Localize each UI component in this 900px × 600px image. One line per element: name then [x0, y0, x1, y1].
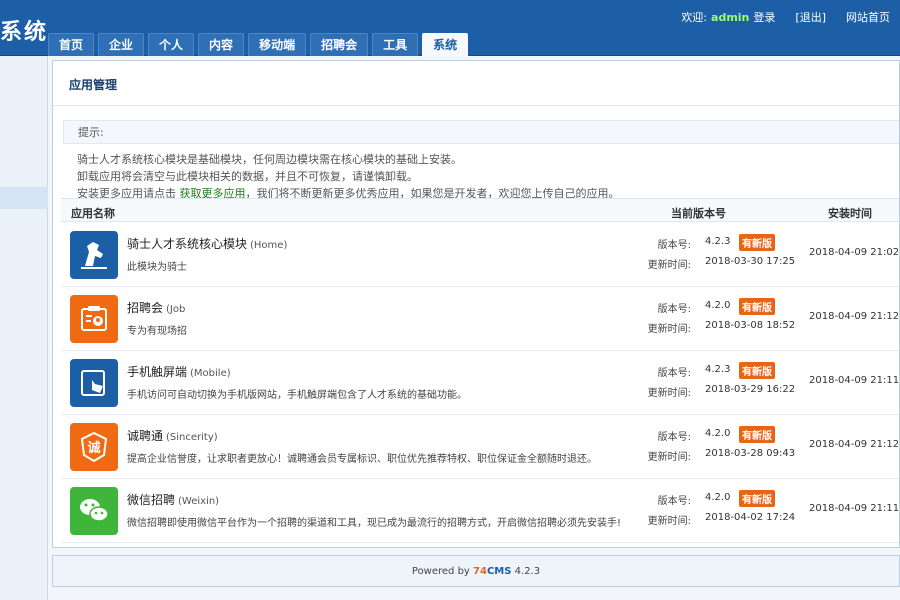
sidebar-selected-item[interactable] [0, 187, 48, 209]
table-row: 骑士人才系统核心模块 (Home) 此模块为骑士 版本号: 4.2.3 有新版更新时间: 2… [61, 223, 900, 287]
top-header: 系统 欢迎: admin 登录 [退出] 网站首页 首页 企业 个人 内容 移动… [0, 0, 900, 57]
app-description: 手机访问可自动切换为手机版网站，手机触屏端包含了人才系统的基础功能。 [127, 390, 467, 401]
welcome-text: 欢迎: [681, 11, 708, 24]
install-time: 2018-04-09 21:12 [809, 439, 900, 450]
tip-line-1: 骑士人才系统核心模块是基础模块，任何周边模块需在核心模块的基础上安装。 [77, 153, 462, 166]
sincerity-icon: 诚 [70, 423, 118, 471]
knight-icon [70, 231, 118, 279]
footer-version: 4.2.3 [514, 566, 541, 577]
app-name[interactable]: 微信招聘 (Weixin) [127, 491, 219, 508]
login-link[interactable]: 登录 [753, 9, 775, 25]
tab-system[interactable]: 系统 [422, 33, 469, 57]
new-version-badge[interactable]: 有新版 [739, 234, 775, 251]
tab-content[interactable]: 内容 [198, 33, 245, 56]
version-label: 版本号: [657, 496, 691, 507]
main-nav-tabs: 首页 企业 个人 内容 移动端 招聘会 工具 系统 [48, 33, 469, 57]
table-header: 应用名称 当前版本号 安装时间 [61, 198, 899, 222]
updated-label: 更新时间: [647, 324, 691, 335]
table-row: 微信招聘 (Weixin) 微信招聘即使用微信平台作为一个招聘的渠道和工具，现已成为… [61, 479, 900, 543]
install-time: 2018-04-09 21:11 [809, 375, 900, 386]
app-description: 提高企业信誉度，让求职者更放心！诚聘通会员专属标识、职位优先推荐特权、职位保证金… [127, 454, 597, 465]
app-description: 专为有现场招 [127, 326, 187, 337]
app-name[interactable]: 诚聘通 (Sincerity) [127, 427, 218, 444]
install-time: 2018-04-09 21:02 [809, 247, 900, 258]
app-name[interactable]: 手机触屏端 (Mobile) [127, 363, 231, 380]
col-app-name: 应用名称 [71, 207, 115, 220]
table-row: 招聘会 (Job 专为有现场招 版本号: 4.2.0 有新版更新时间: 2018-03-08… [61, 287, 900, 351]
updated-value: 2018-03-29 16:22 [705, 384, 796, 395]
tab-home[interactable]: 首页 [48, 33, 95, 56]
version-label: 版本号: [657, 240, 691, 251]
logout-link[interactable]: [退出] [795, 9, 826, 25]
logo-text: 系统 [0, 20, 49, 45]
version-label: 版本号: [657, 368, 691, 379]
updated-label: 更新时间: [647, 516, 691, 527]
version-value: 4.2.3 [705, 236, 731, 247]
wechat-icon [70, 487, 118, 535]
version-value: 4.2.0 [705, 300, 731, 311]
col-version: 当前版本号 [671, 207, 726, 220]
footer: Powered by 74CMS 4.2.3 [52, 555, 900, 587]
tips-label: 提示: [63, 120, 899, 144]
username: admin [711, 10, 750, 24]
app-name[interactable]: 骑士人才系统核心模块 (Home) [127, 235, 287, 252]
tab-tools[interactable]: 工具 [372, 33, 419, 56]
sidebar [0, 56, 48, 600]
updated-label: 更新时间: [647, 452, 691, 463]
app-description: 微信招聘即使用微信平台作为一个招聘的渠道和工具，现已成为最流行的招聘方式，开启微… [127, 518, 622, 529]
updated-label: 更新时间: [647, 260, 691, 271]
table-row: 诚 诚聘通 (Sincerity) 提高企业信誉度，让求职者更放心！诚聘通会员专属标识… [61, 415, 900, 479]
tab-personal[interactable]: 个人 [148, 33, 195, 56]
tab-mobile[interactable]: 移动端 [248, 33, 307, 56]
version-value: 4.2.0 [705, 428, 731, 439]
brand-cms: CMS [486, 566, 512, 577]
app-management-panel: 应用管理 提示: 骑士人才系统核心模块是基础模块，任何周边模块需在核心模块的基础… [52, 60, 900, 548]
install-time: 2018-04-09 21:12 [809, 311, 900, 322]
brand-74: 74 [473, 566, 487, 577]
touchscreen-icon [70, 359, 118, 407]
updated-label: 更新时间: [647, 388, 691, 399]
jobfair-icon [70, 295, 118, 343]
app-description: 此模块为骑士 [127, 262, 187, 273]
user-links: 欢迎: admin 登录 [退出] 网站首页 [681, 9, 890, 25]
version-label: 版本号: [657, 304, 691, 315]
svg-text:诚: 诚 [87, 440, 100, 456]
table-row: 手机触屏端 (Mobile) 手机访问可自动切换为手机版网站，手机触屏端包含了人才系… [61, 351, 900, 415]
tab-jobfair[interactable]: 招聘会 [310, 33, 369, 56]
tip-line-2: 卸载应用将会清空与此模块相关的数据，并且不可恢复，请谨慎卸载。 [77, 170, 418, 183]
version-value: 4.2.0 [705, 492, 731, 503]
page-title: 应用管理 [53, 61, 899, 106]
updated-value: 2018-03-28 09:43 [705, 448, 796, 459]
site-home-link[interactable]: 网站首页 [846, 9, 890, 25]
new-version-badge[interactable]: 有新版 [739, 426, 775, 443]
version-label: 版本号: [657, 432, 691, 443]
new-version-badge[interactable]: 有新版 [739, 490, 775, 507]
tab-company[interactable]: 企业 [98, 33, 145, 56]
updated-value: 2018-03-08 18:52 [705, 320, 796, 331]
version-value: 4.2.3 [705, 364, 731, 375]
new-version-badge[interactable]: 有新版 [739, 298, 775, 315]
tips-box: 骑士人才系统核心模块是基础模块，任何周边模块需在核心模块的基础上安装。 卸载应用… [53, 144, 899, 202]
col-install-time: 安装时间 [828, 207, 872, 220]
new-version-badge[interactable]: 有新版 [739, 362, 775, 379]
updated-value: 2018-04-02 17:24 [705, 512, 796, 523]
app-name[interactable]: 招聘会 (Job [127, 299, 185, 316]
install-time: 2018-04-09 21:11 [809, 503, 900, 514]
updated-value: 2018-03-30 17:25 [705, 256, 796, 267]
